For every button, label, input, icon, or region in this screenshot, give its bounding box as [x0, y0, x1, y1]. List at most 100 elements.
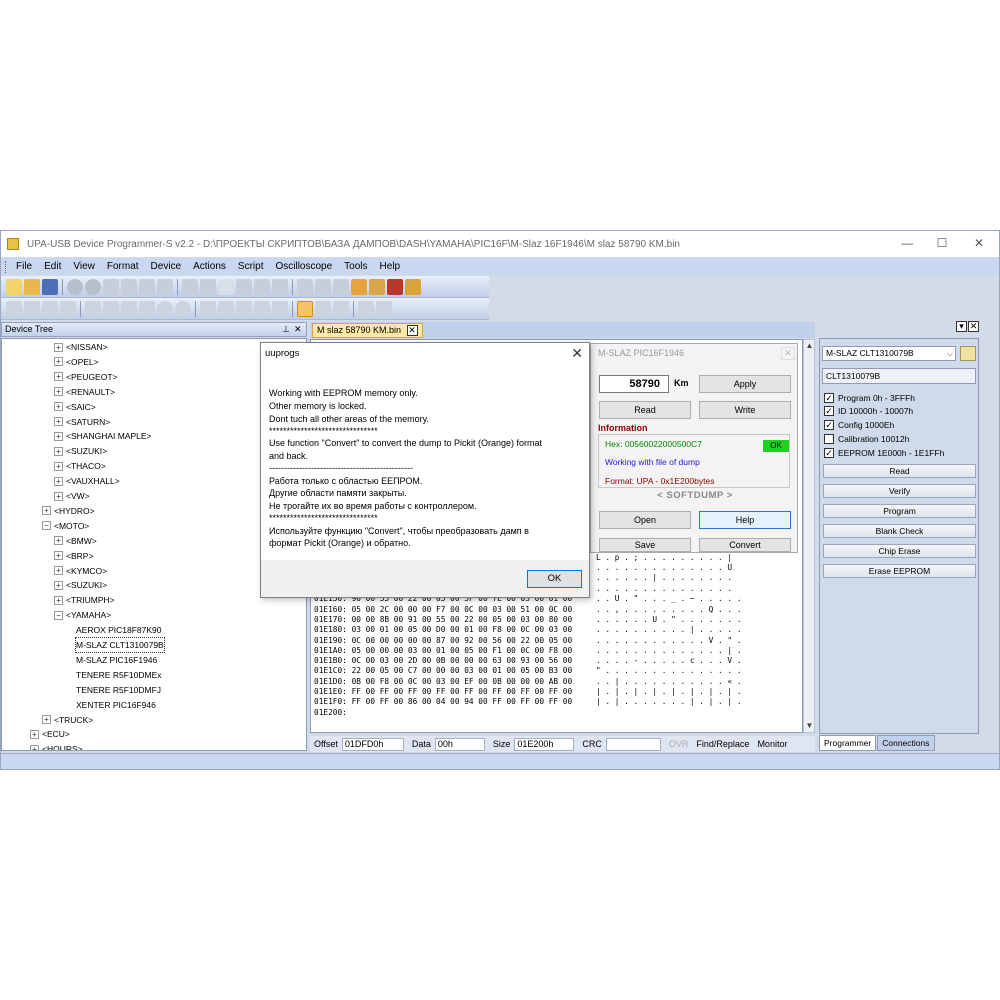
write-button[interactable]: Write	[699, 401, 791, 419]
mslaz-close-button[interactable]: ✕	[781, 347, 795, 360]
expand-icon[interactable]: +	[54, 580, 63, 590]
blank-check-button[interactable]: Blank Check	[823, 524, 976, 538]
cursor-icon[interactable]	[297, 300, 313, 317]
expand-icon[interactable]: +	[54, 595, 63, 605]
script-icon[interactable]	[351, 278, 367, 295]
hex-row[interactable]: 01E160: 05 00 2C 00 00 00 F7 00 0C 00 03…	[314, 605, 572, 615]
menu-edit[interactable]: Edit	[38, 258, 67, 275]
expand-icon[interactable]: +	[54, 417, 63, 426]
pins-icon[interactable]	[333, 278, 349, 295]
apply-button[interactable]: Apply	[699, 375, 791, 393]
expand-icon[interactable]: +	[54, 551, 63, 561]
grid-icon[interactable]	[236, 278, 252, 295]
tree-node[interactable]: + <VW>	[54, 489, 90, 503]
hex-ascii[interactable]: . . . . . . . . . . . . V . " .	[596, 636, 742, 646]
tree-node[interactable]: + <VAUXHALL>	[54, 474, 120, 488]
checkbox-checked-icon[interactable]: ✓	[824, 447, 834, 458]
tab-document[interactable]: M slaz 58790 KM.bin ✕	[312, 323, 423, 338]
hex-row[interactable]: 01E1D0: 0B 00 F8 00 0C 00 03 00 EF 00 0B…	[314, 677, 572, 687]
tree-node[interactable]: + <RENAULT>	[54, 385, 115, 399]
first-icon[interactable]	[85, 300, 101, 317]
crop-icon[interactable]	[42, 300, 58, 317]
menu-device[interactable]: Device	[145, 258, 188, 275]
read-chip-button[interactable]: Read	[823, 464, 976, 478]
checkbox-checked-icon[interactable]: ✓	[824, 420, 834, 431]
tree-node[interactable]: + <SATURN>	[54, 415, 110, 429]
tree-node[interactable]: + <NISSAN>	[54, 340, 108, 354]
connect-icon[interactable]	[315, 278, 331, 295]
undo-icon[interactable]	[67, 278, 83, 295]
expand-icon[interactable]: +	[54, 491, 63, 501]
tree-node[interactable]: + <THACO>	[54, 459, 106, 473]
scroll-down-icon[interactable]: ▼	[805, 721, 814, 731]
stop-icon[interactable]	[376, 300, 392, 317]
hex-bytes[interactable]: FF 00 FF 00 FF 00 FF 00 FF 00 FF 00 FF 0…	[352, 687, 573, 696]
tab-programmer[interactable]: Programmer	[819, 735, 877, 751]
view1-icon[interactable]	[200, 300, 216, 317]
tree-node[interactable]: AEROX PIC18F87K90	[76, 623, 162, 637]
memory-area-checkbox[interactable]: Calibration 10012h	[824, 432, 909, 445]
tree-node[interactable]: + <SAIC>	[54, 400, 96, 414]
panel-close-icon[interactable]: ✕	[294, 323, 302, 336]
line-icon[interactable]	[24, 300, 40, 317]
open-button[interactable]: Open	[599, 511, 691, 529]
expand-icon[interactable]: +	[30, 744, 39, 750]
hex-bytes[interactable]: 0C 00 00 00 00 00 87 00 92 00 56 00 22 0…	[352, 636, 573, 645]
expand-icon[interactable]: +	[54, 431, 63, 441]
find-icon[interactable]	[182, 278, 198, 295]
hex-ascii[interactable]: " . . . . . . . . . . . . . . .	[596, 666, 742, 676]
dialog-ok-button[interactable]: OK	[527, 570, 582, 588]
copy-icon[interactable]	[121, 278, 137, 295]
tree-node[interactable]: + <HYDRO>	[42, 504, 95, 518]
hex-row[interactable]: 01E1B0: 0C 00 03 00 2D 00 0B 00 00 00 63…	[314, 656, 572, 666]
hex-ascii[interactable]: . . . . . . U . " . . . . . . .	[596, 615, 742, 625]
cut-icon[interactable]	[103, 278, 119, 295]
hex-bytes[interactable]: 0B 00 F8 00 0C 00 03 00 EF 00 0B 00 00 0…	[352, 677, 573, 686]
tree-node[interactable]: + <ECU>	[30, 727, 70, 741]
expand-icon[interactable]: +	[54, 446, 63, 456]
hex-ascii[interactable]: . . . . . . . . . . . . . . .	[596, 584, 732, 594]
tree-node[interactable]: − <YAMAHA>	[54, 608, 111, 622]
device-info-icon[interactable]	[960, 346, 976, 361]
menu-actions[interactable]: Actions	[187, 258, 232, 275]
tree-node[interactable]: + <KYMCO>	[54, 564, 107, 578]
view2-icon[interactable]	[218, 300, 234, 317]
tree-node[interactable]: + <SUZUKI>	[54, 578, 107, 592]
select-icon[interactable]	[315, 300, 331, 317]
hex-bytes[interactable]: FF 00 FF 00 86 00 04 00 94 00 FF 00 FF 0…	[352, 697, 573, 706]
find-replace-link[interactable]: Find/Replace	[696, 739, 749, 749]
checkbox-checked-icon[interactable]: ✓	[824, 392, 834, 403]
redo-icon[interactable]	[85, 278, 101, 295]
view4-icon[interactable]	[254, 300, 270, 317]
km-input[interactable]: 58790	[599, 375, 669, 393]
hex-bytes[interactable]: 0C 00 03 00 2D 00 0B 00 00 00 63 00 93 0…	[352, 656, 573, 665]
map-icon[interactable]	[333, 300, 349, 317]
hex-ascii[interactable]: . . . . . . . . . . . . . . | .	[596, 646, 742, 656]
memory-area-checkbox[interactable]: ✓ ID 10000h - 10007h	[824, 405, 913, 418]
dialog-close-icon[interactable]: ✕	[571, 345, 583, 362]
tab-connections[interactable]: Connections	[877, 735, 935, 751]
tree-node[interactable]: TENERE R5F10DMFJ	[76, 683, 161, 697]
tree-node[interactable]: − <MOTO>	[42, 519, 89, 533]
hex-row[interactable]: 01E1E0: FF 00 FF 00 FF 00 FF 00 FF 00 FF…	[314, 687, 572, 697]
hex-ascii[interactable]: | . | . . . . . . . | . | . | .	[596, 697, 742, 707]
chip-icon[interactable]	[297, 278, 313, 295]
expand-icon[interactable]: +	[54, 461, 63, 471]
tree-node[interactable]: + <HOURS>	[30, 742, 83, 750]
memory-area-checkbox[interactable]: ✓ Program 0h - 3FFFh	[824, 391, 915, 404]
expand-icon[interactable]: +	[54, 402, 63, 412]
read-button[interactable]: Read	[599, 401, 691, 419]
notes-icon[interactable]	[369, 278, 385, 295]
save-icon[interactable]	[42, 278, 58, 295]
hex-row[interactable]: 01E200:	[314, 708, 352, 718]
hex-bytes[interactable]: 05 00 2C 00 00 00 F7 00 0C 00 03 00 51 0…	[352, 605, 573, 614]
crc-field[interactable]	[605, 737, 661, 751]
move-icon[interactable]	[60, 300, 76, 317]
memory-area-checkbox[interactable]: ✓ EEPROM 1E000h - 1E1FFh	[824, 446, 944, 459]
hex-ascii[interactable]: | . | . | . | . | . | . | . | .	[596, 687, 742, 697]
view5-icon[interactable]	[272, 300, 288, 317]
menu-view[interactable]: View	[67, 258, 101, 275]
dropdown-icon[interactable]: ▾	[956, 321, 967, 332]
expand-icon[interactable]: +	[42, 506, 51, 516]
menu-script[interactable]: Script	[232, 258, 270, 275]
